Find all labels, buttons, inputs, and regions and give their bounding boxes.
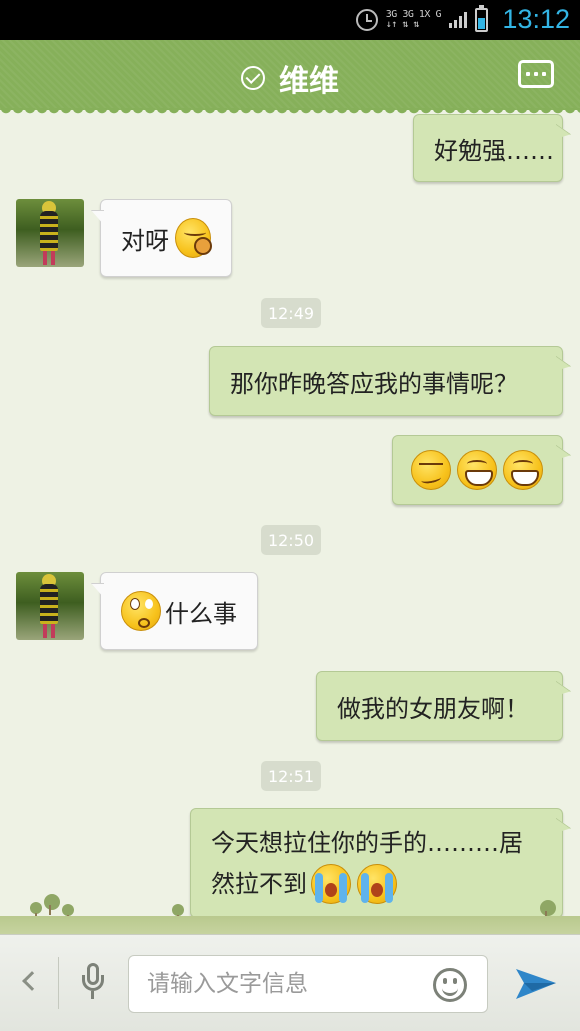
- message-text-line: 今天想拉住你的手的………居: [211, 829, 523, 857]
- eyeroll-emoji-icon: [121, 591, 161, 631]
- message-text: 做我的女朋友啊！: [337, 694, 529, 723]
- microphone-icon[interactable]: [80, 963, 106, 1003]
- more-icon-dot: [534, 72, 538, 76]
- tree-decoration: [30, 902, 42, 923]
- more-icon-dot: [542, 72, 546, 76]
- more-icon-dot: [526, 72, 530, 76]
- send-icon[interactable]: [514, 963, 558, 1003]
- message-text: 对呀: [121, 226, 169, 255]
- message-text: 好勉强……: [434, 136, 554, 165]
- their-message-bubble[interactable]: 什么事: [100, 572, 258, 650]
- timestamp: 12:51: [261, 761, 321, 791]
- tree-decoration: [62, 904, 74, 925]
- my-message-bubble[interactable]: 好勉强……: [413, 114, 563, 182]
- background-scenery: [0, 890, 580, 934]
- timestamp: 12:49: [261, 298, 321, 328]
- title-bar: 维维: [0, 40, 580, 116]
- my-message-bubble[interactable]: 那你昨晚答应我的事情呢？: [209, 346, 563, 416]
- battery-icon: [475, 5, 488, 32]
- tree-decoration: [44, 894, 60, 915]
- chat-message-list[interactable]: 好勉强…… 对呀 12:49 那你昨晚答应我的事情呢？ 12:50 什么事 做我…: [0, 110, 580, 932]
- smiley-icon[interactable]: [433, 968, 467, 1002]
- title-wrap: 维维: [0, 56, 580, 100]
- their-message-bubble[interactable]: 对呀: [100, 199, 232, 277]
- check-circle-icon: [241, 66, 265, 90]
- contact-avatar[interactable]: [16, 572, 84, 640]
- message-text: 什么事: [165, 599, 237, 628]
- tree-decoration: [540, 900, 556, 921]
- more-menu-button[interactable]: [518, 60, 554, 88]
- divider: [58, 957, 59, 1009]
- message-text: 那你昨晚答应我的事情呢？: [230, 369, 518, 398]
- status-bar: 3G 3G 1X G ↓↑ ⇅ ⇅ 13:12: [0, 0, 580, 40]
- page-title: 维维: [279, 64, 339, 99]
- alarm-clock-icon: [355, 9, 378, 31]
- back-chevron-icon[interactable]: [20, 969, 36, 993]
- my-message-bubble[interactable]: [392, 435, 563, 505]
- smirk-emoji-icon: [411, 450, 451, 490]
- contact-avatar[interactable]: [16, 199, 84, 267]
- input-bar: [0, 934, 580, 1031]
- yawn-emoji-icon: [175, 218, 212, 258]
- ground-decoration: [0, 916, 580, 934]
- my-message-bubble[interactable]: 做我的女朋友啊！: [316, 671, 563, 741]
- network-type-bottom: ↓↑ ⇅ ⇅: [385, 19, 420, 30]
- network-type-indicator: 3G 3G 1X G ↓↑ ⇅ ⇅: [385, 10, 442, 30]
- timestamp: 12:50: [261, 525, 321, 555]
- signal-icon: [449, 12, 467, 28]
- tree-decoration: [172, 904, 184, 925]
- status-icons: 3G 3G 1X G ↓↑ ⇅ ⇅: [355, 5, 488, 34]
- status-time: 13:12: [502, 4, 570, 34]
- grin-emoji-icon: [457, 450, 497, 490]
- grin-emoji-icon: [503, 450, 543, 490]
